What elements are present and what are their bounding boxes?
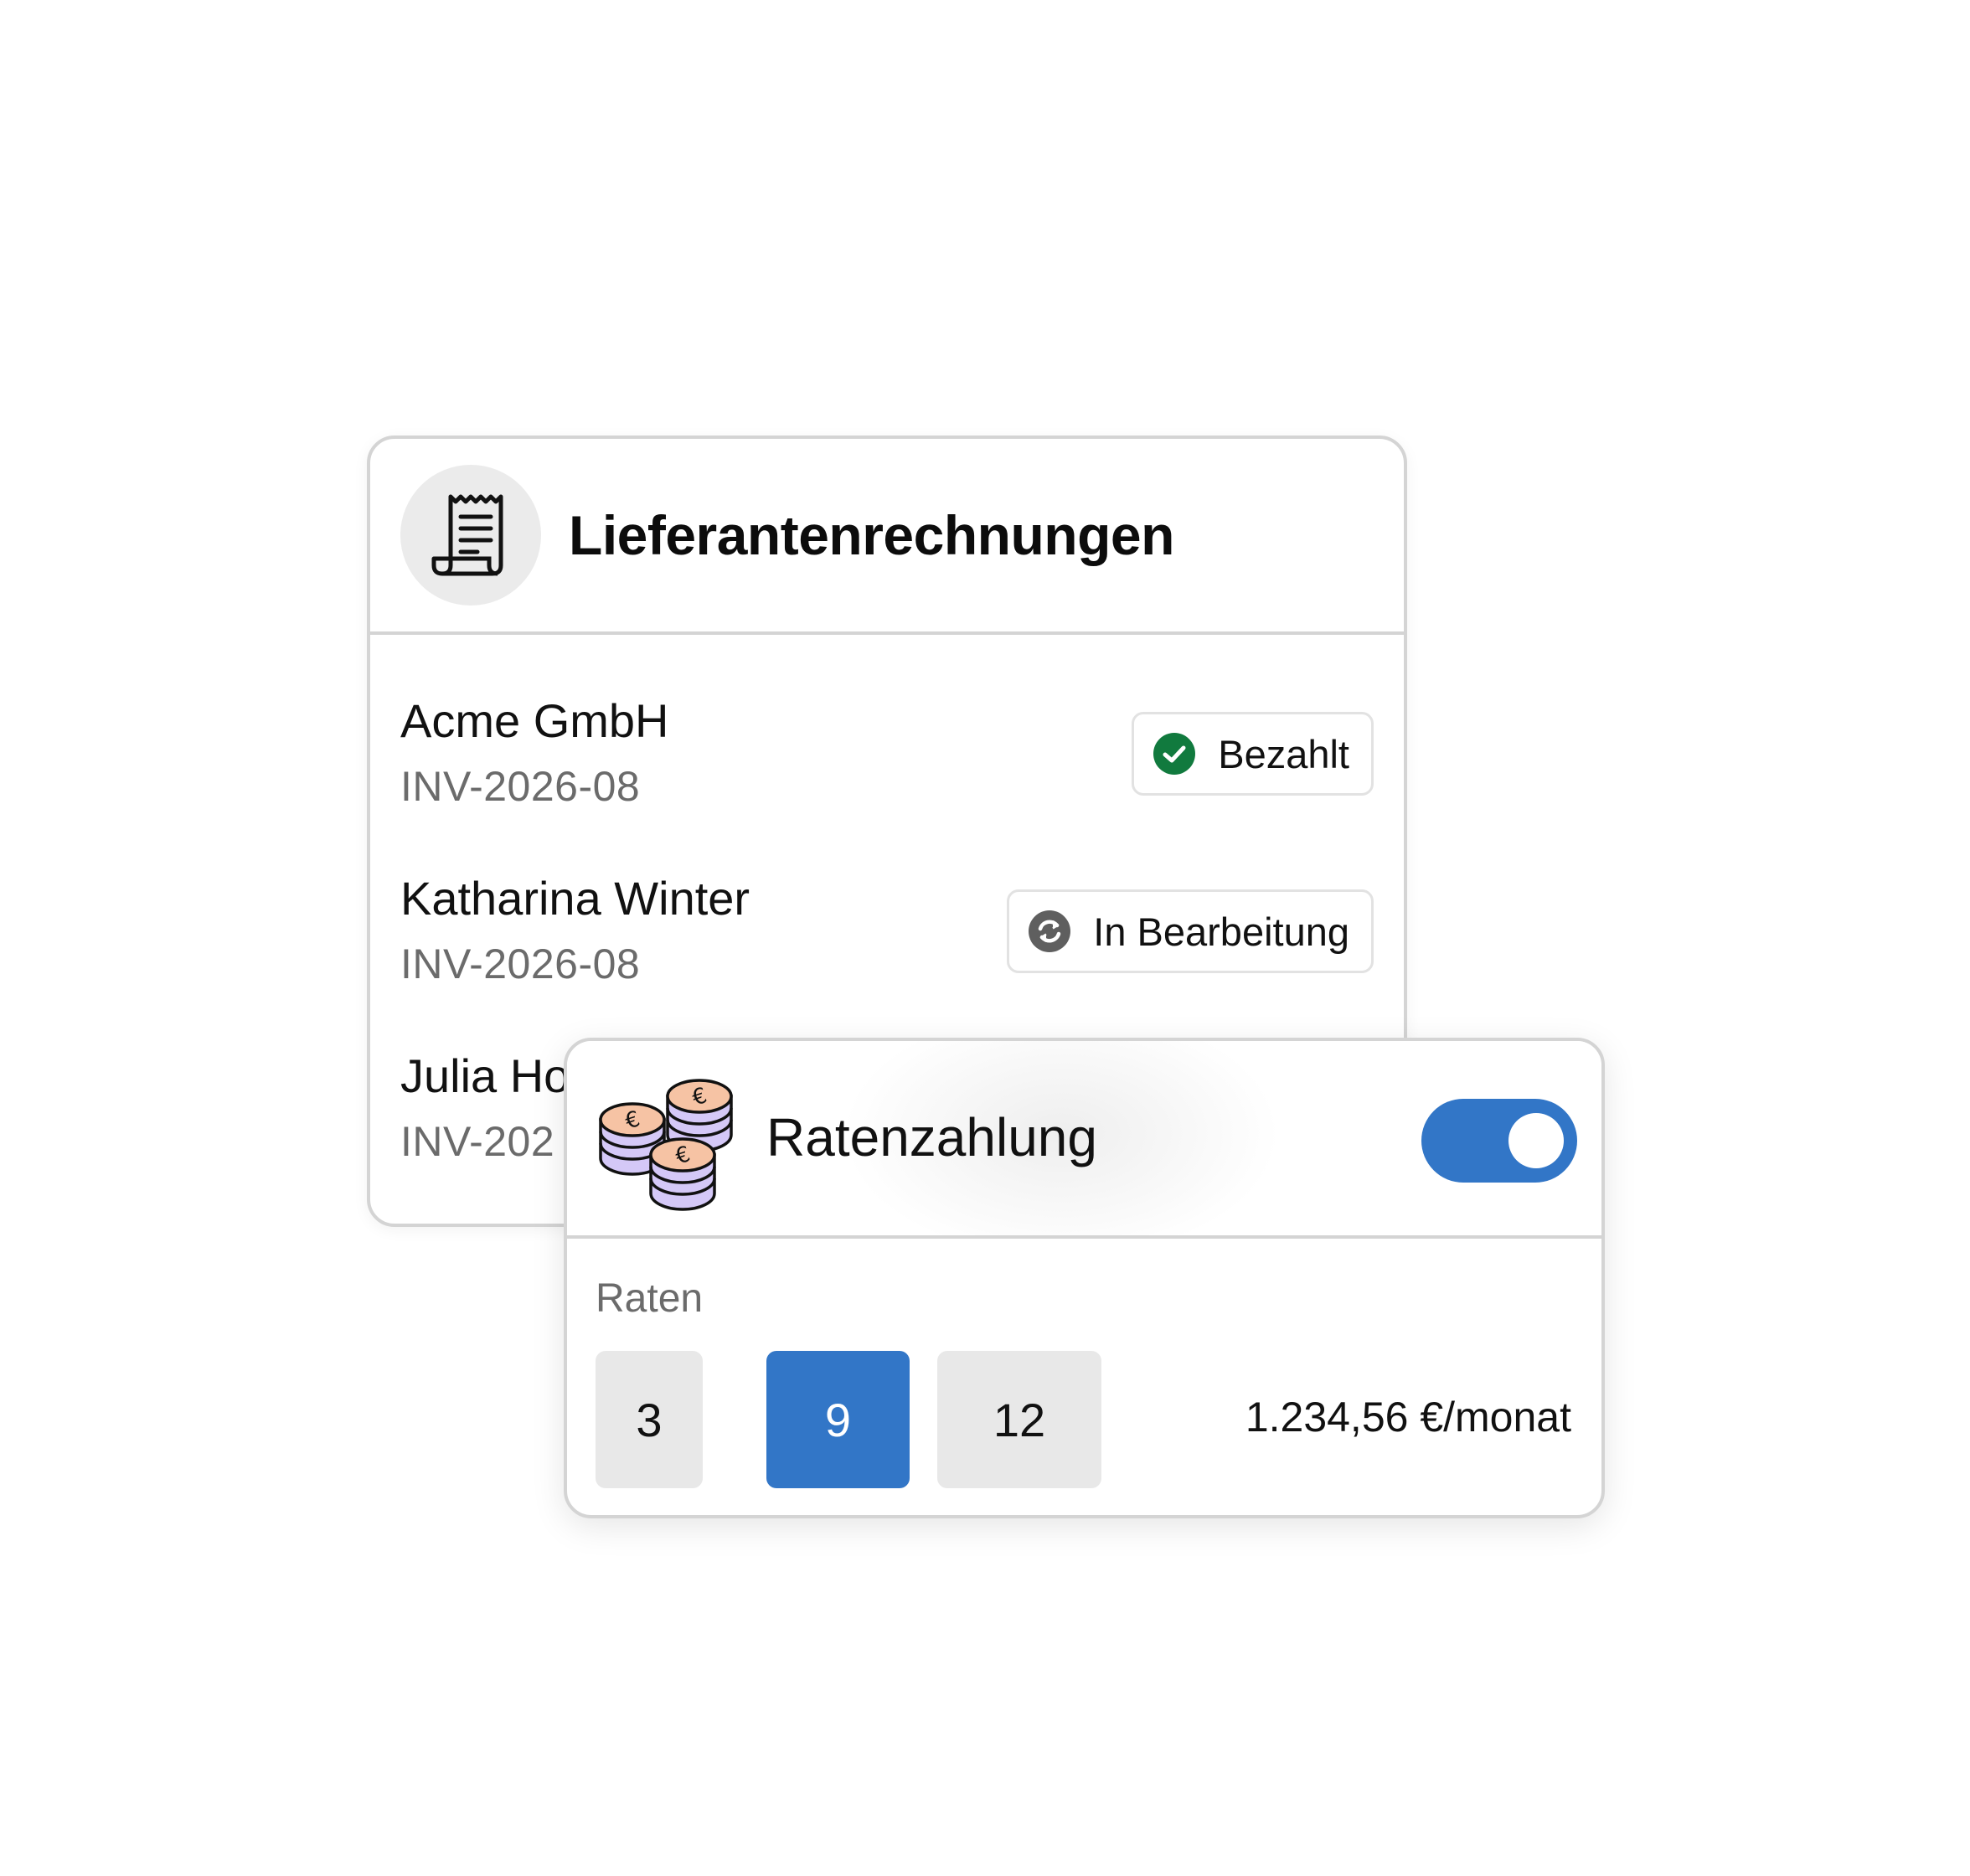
euro-coins-icon: € € € <box>597 1071 740 1214</box>
rate-option-12[interactable]: 12 <box>937 1351 1101 1488</box>
check-circle-icon <box>1153 732 1196 776</box>
installment-card: € € € Ratenzahlung Raten 3 9 12 1.234,56… <box>564 1038 1605 1518</box>
rate-option-9[interactable]: 9 <box>766 1351 910 1488</box>
invoice-row-katharina[interactable]: Katharina Winter INV-2026-08 In Bearbeit… <box>400 871 1374 1013</box>
status-badge-paid: Bezahlt <box>1132 712 1374 796</box>
installment-header: € € € Ratenzahlung <box>567 1041 1601 1239</box>
monthly-amount: 1.234,56 €/monat <box>1245 1394 1571 1440</box>
toggle-knob <box>1508 1113 1564 1168</box>
invoice-number: INV-202 <box>400 1118 555 1165</box>
status-badge-processing: In Bearbeitung <box>1007 889 1374 973</box>
installment-title: Ratenzahlung <box>766 1107 1097 1167</box>
installment-toggle[interactable] <box>1421 1099 1577 1183</box>
rate-option-3[interactable]: 3 <box>596 1351 703 1488</box>
status-label: Bezahlt <box>1218 731 1349 776</box>
status-label: In Bearbeitung <box>1093 909 1349 954</box>
invoices-header: Lieferantenrechnungen <box>370 439 1404 635</box>
invoice-number: INV-2026-08 <box>400 941 641 987</box>
invoice-supplier-name: Katharina Winter <box>400 872 750 925</box>
invoice-row-acme[interactable]: Acme GmbH INV-2026-08 Bezahlt <box>400 693 1374 836</box>
invoice-number: INV-2026-08 <box>400 763 641 810</box>
refresh-circle-icon <box>1028 910 1071 953</box>
invoices-title: Lieferantenrechnungen <box>569 504 1174 566</box>
invoice-supplier-name: Acme GmbH <box>400 694 669 747</box>
rates-label: Raten <box>596 1276 704 1321</box>
invoice-supplier-name: Julia Ho <box>400 1049 570 1102</box>
receipt-icon <box>400 465 541 606</box>
